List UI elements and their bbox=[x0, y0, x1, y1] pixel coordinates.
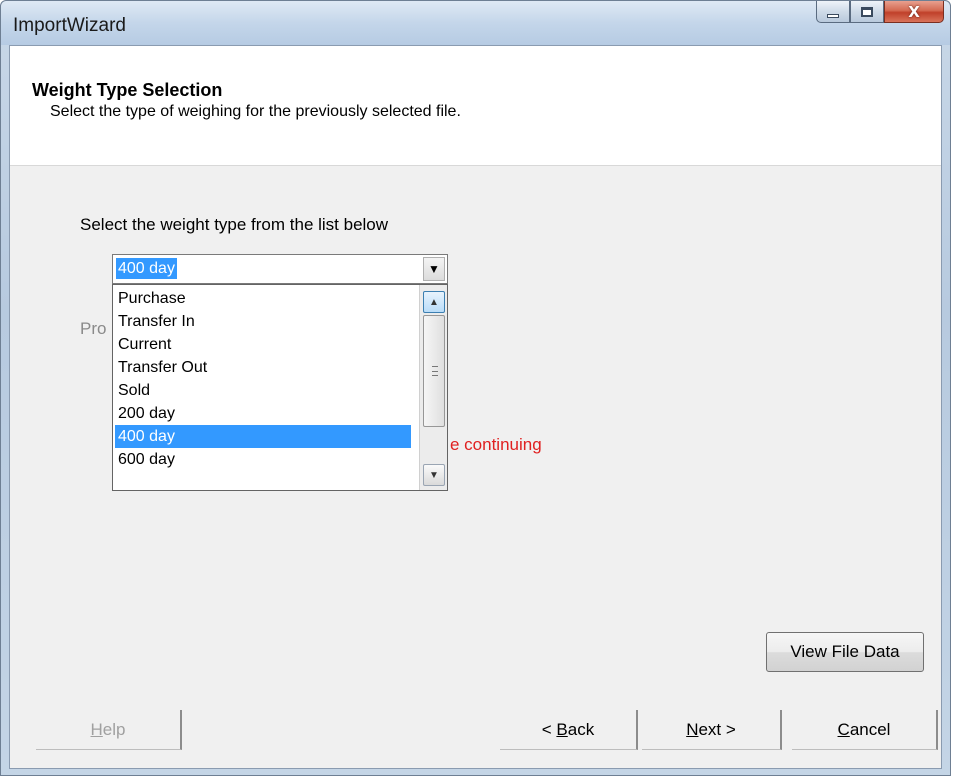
help-label-rest: elp bbox=[102, 719, 126, 739]
list-item[interactable]: Transfer In bbox=[115, 310, 411, 333]
list-item[interactable]: Sold bbox=[115, 379, 411, 402]
back-label-rest: ack bbox=[567, 719, 595, 739]
back-mnemonic: B bbox=[556, 719, 568, 739]
page-subtitle: Select the type of weighing for the prev… bbox=[50, 103, 461, 120]
view-file-data-label: View File Data bbox=[790, 642, 900, 661]
back-button[interactable]: < Back bbox=[500, 710, 638, 750]
help-label: Help bbox=[91, 720, 126, 740]
list-item[interactable]: 600 day bbox=[115, 448, 411, 471]
back-prefix: < bbox=[541, 719, 557, 739]
close-button[interactable]: X bbox=[884, 1, 944, 23]
list-item[interactable]: Transfer Out bbox=[115, 356, 411, 379]
page-title: Weight Type Selection bbox=[32, 80, 223, 100]
grip-icon bbox=[432, 366, 438, 376]
weight-type-prompt: Select the weight type from the list bel… bbox=[80, 215, 389, 234]
import-wizard-window: ImportWizard X Weight Type Selection Sel… bbox=[0, 0, 951, 776]
window-title: ImportWizard bbox=[13, 15, 126, 36]
chevron-down-icon: ▼ bbox=[429, 469, 439, 481]
minimize-icon bbox=[827, 13, 839, 18]
next-label: Next > bbox=[686, 720, 736, 740]
minimize-button[interactable] bbox=[816, 1, 850, 23]
wizard-client-area: Weight Type Selection Select the type of… bbox=[9, 45, 942, 769]
weight-type-selected-value: 400 day bbox=[116, 258, 177, 279]
scrollbar-thumb[interactable] bbox=[423, 315, 445, 427]
back-label: < Back bbox=[542, 720, 594, 740]
next-button[interactable]: Next > bbox=[642, 710, 782, 750]
list-item[interactable]: 200 day bbox=[115, 402, 411, 425]
next-label-rest: ext > bbox=[698, 719, 736, 739]
help-mnemonic: H bbox=[90, 719, 103, 739]
close-icon: X bbox=[908, 2, 920, 21]
weight-type-dropdown-list[interactable]: Purchase Transfer In Current Transfer Ou… bbox=[112, 284, 448, 491]
scroll-down-button[interactable]: ▼ bbox=[423, 464, 445, 486]
help-button[interactable]: Help bbox=[36, 710, 182, 750]
view-file-data-button[interactable]: View File Data bbox=[766, 632, 924, 672]
maximize-button[interactable] bbox=[850, 1, 884, 23]
list-item[interactable]: Current bbox=[115, 333, 411, 356]
cancel-label: Cancel bbox=[838, 720, 891, 740]
cancel-label-rest: ancel bbox=[849, 719, 891, 739]
caption-buttons: X bbox=[816, 1, 944, 25]
wizard-header: Weight Type Selection Select the type of… bbox=[10, 46, 941, 166]
obscured-warning-text: e continuing bbox=[450, 435, 542, 454]
list-item-selected[interactable]: 400 day bbox=[115, 425, 411, 448]
list-item[interactable]: Purchase bbox=[115, 287, 411, 310]
next-mnemonic: N bbox=[686, 719, 699, 739]
maximize-icon bbox=[861, 6, 873, 17]
weight-type-combobox[interactable]: 400 day ▼ bbox=[112, 254, 448, 284]
cancel-mnemonic: C bbox=[837, 719, 850, 739]
scroll-up-button[interactable]: ▲ bbox=[423, 291, 445, 313]
title-bar[interactable]: ImportWizard X bbox=[1, 1, 950, 45]
chevron-up-icon: ▲ bbox=[429, 296, 439, 308]
dropdown-scrollbar[interactable]: ▲ ▼ bbox=[419, 285, 447, 490]
obscured-label: Pro bbox=[80, 319, 107, 338]
chevron-down-icon[interactable]: ▼ bbox=[423, 257, 445, 281]
cancel-button[interactable]: Cancel bbox=[792, 710, 938, 750]
